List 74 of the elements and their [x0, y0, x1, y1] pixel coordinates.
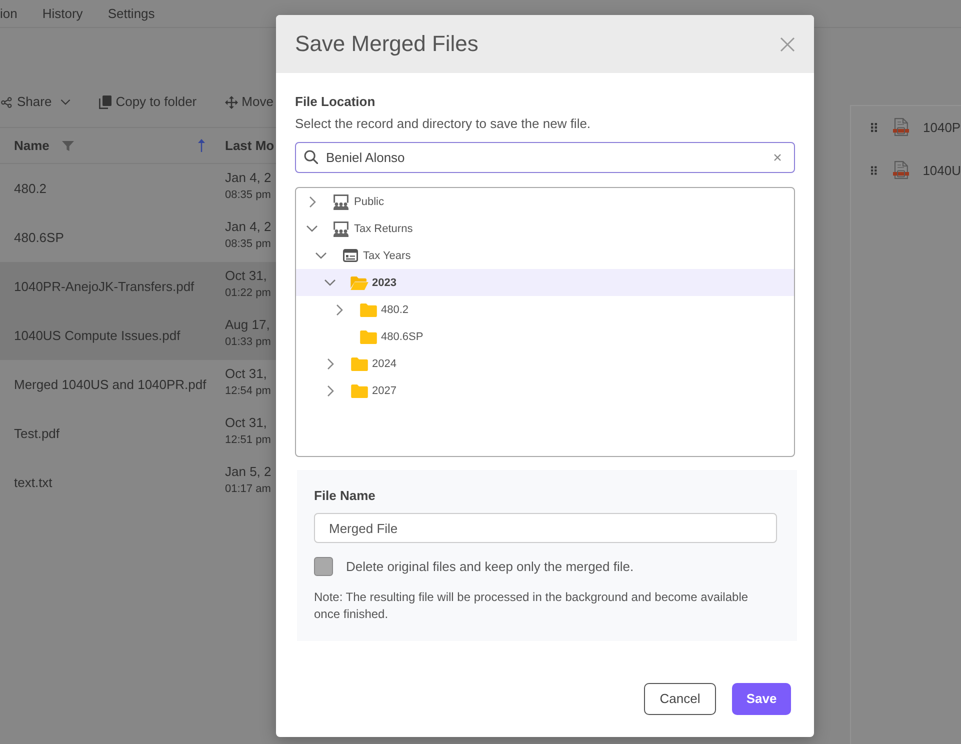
drag-handle-icon[interactable] — [871, 166, 877, 175]
chevron-down-icon[interactable] — [60, 99, 71, 105]
calendar-list-icon — [342, 249, 358, 262]
file-name-text: 480.2 — [14, 180, 47, 196]
nav-tab[interactable]: Settings — [108, 6, 155, 22]
dialog-title: Save Merged Files — [295, 31, 478, 57]
tree-item[interactable]: Tax Returns — [296, 215, 794, 242]
date-text: Jan 4, 2 — [225, 170, 272, 186]
file-name-text: Merged 1040US and 1040PR.pdf — [14, 376, 206, 392]
copy-to-folder-button[interactable]: Copy to folder — [98, 91, 197, 113]
chevron-right-icon[interactable] — [308, 196, 316, 208]
date-text: Oct 31, — [225, 268, 268, 284]
table-row[interactable]: 1040US Compute Issues.pdf Aug 17, 01:33 pm — [0, 311, 276, 360]
table-row[interactable]: 1040PR-AnejoJK-Transfers.pdf Oct 31, 01:22 pm — [0, 262, 276, 311]
date-text: Jan 4, 2 — [225, 219, 272, 235]
time-text: 08:35 pm — [225, 237, 272, 252]
chevron-right-icon[interactable] — [336, 304, 342, 316]
time-text: 01:33 pm — [225, 335, 271, 350]
tree-item[interactable]: Tax Years — [296, 242, 794, 269]
file-name-text: 480.6SP — [14, 230, 64, 246]
date-text: Jan 5, 2 — [225, 464, 272, 480]
search-field[interactable]: Beniel Alonso — [295, 142, 795, 173]
time-text: 12:51 pm — [225, 433, 271, 448]
clear-icon[interactable] — [774, 154, 781, 161]
tree-item[interactable]: 2024 — [296, 350, 794, 377]
tree-item[interactable]: 480.2 — [296, 296, 794, 323]
file-name-field[interactable]: Merged File — [314, 513, 777, 543]
group-icon — [332, 194, 350, 210]
date-text: Oct 31, — [225, 366, 268, 382]
date-text: Aug 17, — [225, 317, 271, 333]
drag-handle-icon[interactable] — [871, 123, 877, 132]
nav-tab[interactable]: History — [42, 6, 83, 22]
file-name-text: 1040PR-AnejoJK-Transfers.pdf — [14, 278, 194, 294]
date-text: Oct 31, — [225, 415, 268, 431]
note-text: Note: The resulting file will be processed in the background and become available once finished. — [314, 589, 750, 623]
column-header[interactable]: Name — [14, 138, 50, 154]
tree-item[interactable]: 2027 — [296, 377, 794, 404]
file-name-text[interactable]: 1040U — [922, 162, 961, 178]
tree-item[interactable]: 2023 — [296, 269, 794, 296]
time-text: 01:22 pm — [225, 286, 271, 301]
pdf-file-icon — [892, 161, 909, 180]
cancel-button[interactable]: Cancel — [644, 683, 716, 715]
chevron-right-icon[interactable] — [326, 384, 334, 396]
move-button[interactable]: Move — [224, 91, 274, 113]
file-name-text: 1040US Compute Issues.pdf — [14, 328, 180, 344]
field-label: File Name — [314, 488, 376, 504]
section-heading: File Location — [295, 94, 376, 110]
chevron-down-icon[interactable] — [306, 225, 318, 232]
section-description: Select the record and directory to save the new file. — [295, 116, 592, 132]
close-icon[interactable] — [780, 36, 795, 52]
copy-icon — [98, 95, 112, 109]
save-button[interactable]: Save — [732, 683, 791, 715]
filter-icon[interactable] — [62, 140, 74, 150]
file-name-text[interactable]: 1040P — [923, 120, 961, 136]
group-icon — [332, 220, 350, 236]
pdf-file-icon — [893, 118, 909, 137]
search-icon — [304, 150, 318, 164]
column-header[interactable]: Last Mo — [225, 138, 274, 154]
chevron-right-icon[interactable] — [326, 358, 334, 370]
nav-tab[interactable]: ion — [0, 6, 18, 22]
move-icon — [224, 96, 238, 108]
time-text: 12:54 pm — [225, 384, 271, 399]
file-name-text: text.txt — [14, 474, 52, 490]
tree-item[interactable]: Public — [296, 188, 794, 215]
share-button[interactable]: Share — [1, 91, 71, 113]
file-name-text: Test.pdf — [14, 426, 60, 442]
sort-up-arrow-icon[interactable] — [198, 139, 206, 152]
checkbox-label[interactable]: Delete original files and keep only the merged file. — [346, 558, 634, 574]
tree-item[interactable]: 480.6SP — [296, 323, 794, 350]
checkbox[interactable] — [314, 557, 333, 576]
time-text: 08:35 pm — [225, 188, 272, 203]
chevron-down-icon[interactable] — [315, 252, 327, 259]
time-text: 01:17 am — [225, 482, 272, 497]
chevron-down-icon[interactable] — [324, 279, 336, 286]
